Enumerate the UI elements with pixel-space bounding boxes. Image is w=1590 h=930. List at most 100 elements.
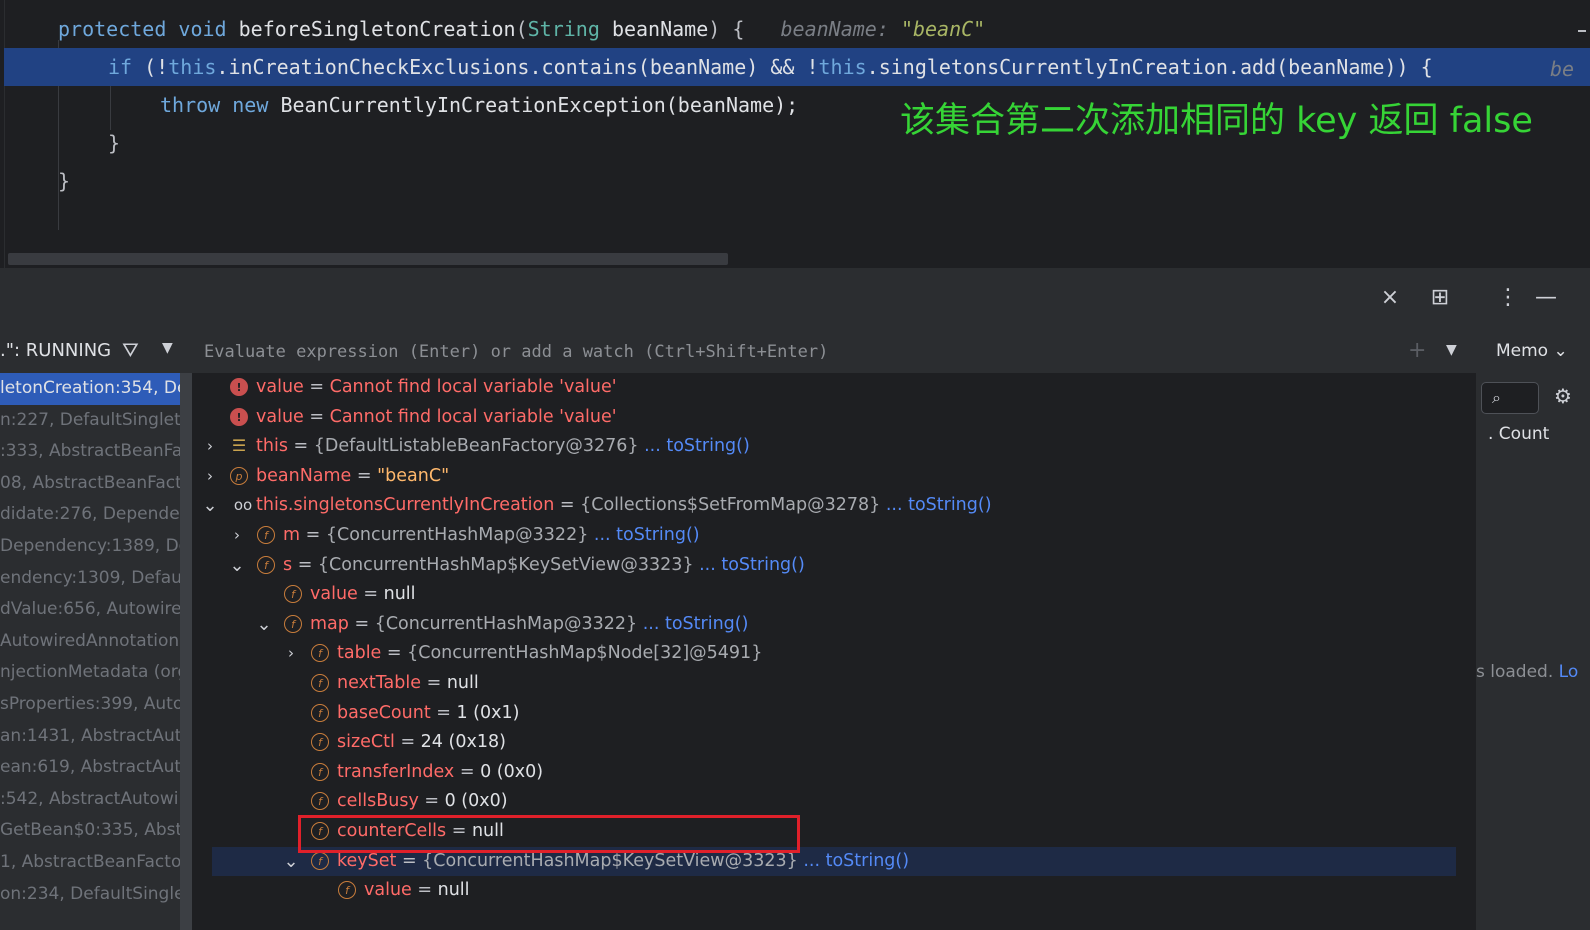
param-type: String <box>527 17 600 41</box>
stack-frame[interactable]: 1, AbstractBeanFactor <box>0 847 180 879</box>
code-editor[interactable]: protected void beforeSingletonCreation(S… <box>0 0 1590 268</box>
tab-memory[interactable]: Memo ⌄ <box>1496 341 1568 361</box>
tostring-link[interactable]: ... toString() <box>639 436 750 456</box>
variable-row[interactable]: f cellsBusy = 0 (0x0) <box>192 787 1456 817</box>
stack-frame[interactable]: :542, AbstractAutowire <box>0 784 180 816</box>
variable-row[interactable]: › f m = {ConcurrentHashMap@3322} ... toStr… <box>192 521 1456 551</box>
variable-value: {ConcurrentHashMap@3322} <box>325 525 589 545</box>
stack-frame[interactable]: endency:1309, Default <box>0 563 180 595</box>
chevron-down-icon[interactable]: ▼ <box>162 340 173 356</box>
thread-selector[interactable]: .": RUNNING <box>0 340 111 361</box>
variable-row[interactable]: f sizeCtl = 24 (0x18) <box>192 728 1456 758</box>
tostring-link[interactable]: ... toString() <box>694 555 805 575</box>
add-watch-icon[interactable]: + <box>1408 338 1426 363</box>
variable-row[interactable]: ⌄ f keySet = {ConcurrentHashMap$KeySetView… <box>212 846 1456 877</box>
field-icon: f <box>311 674 329 692</box>
variable-equals: = <box>418 791 445 812</box>
chevron-right-icon[interactable]: › <box>229 521 245 551</box>
chevron-down-icon[interactable]: ⌄ <box>202 491 218 521</box>
chevron-down-icon[interactable]: ▼ <box>1446 342 1457 358</box>
stack-frame[interactable]: njectionMetadata (org. <box>0 657 180 689</box>
frames-list: letonCreation:354, Def n:227, DefaultSing… <box>0 373 192 930</box>
count-column-header[interactable]: . Count <box>1488 424 1549 444</box>
variable-row[interactable]: › p beanName = "beanC" <box>192 462 1456 492</box>
chevron-right-icon[interactable]: › <box>202 462 218 492</box>
variable-row[interactable]: f counterCells = null <box>192 817 1456 847</box>
parameter-icon: p <box>230 466 248 485</box>
field-icon: f <box>257 526 275 544</box>
variable-row[interactable]: f baseCount = 1 (0x1) <box>192 699 1456 729</box>
variable-text: beanName = "beanC" <box>256 462 449 492</box>
search-icon[interactable]: ⌕ <box>1481 382 1539 414</box>
object-icon: ☰ <box>231 436 247 456</box>
chevron-right-icon[interactable]: › <box>202 432 218 462</box>
field-icon: f <box>311 822 329 840</box>
load-link[interactable]: Lo <box>1559 662 1579 682</box>
chevron-down-icon[interactable]: ⌄ <box>1554 341 1568 361</box>
tostring-link[interactable]: ... toString() <box>588 525 700 545</box>
stack-frame[interactable]: Dependency:1389, Defa <box>0 531 180 563</box>
gear-icon[interactable]: ⚙ <box>1554 384 1572 408</box>
watch-icon: oo <box>233 496 253 515</box>
stack-frame[interactable]: n:227, DefaultSingleto <box>0 405 180 437</box>
variable-row[interactable]: f nextTable = null <box>192 669 1456 699</box>
tostring-link[interactable]: ... toString() <box>880 495 992 515</box>
frames-scrollbar[interactable] <box>180 373 192 930</box>
code-line-3[interactable]: throw new BeanCurrentlyInCreationExcepti… <box>160 86 798 124</box>
variable-value: {ConcurrentHashMap$KeySetView@3323} <box>317 554 694 575</box>
code-line-1[interactable]: protected void beforeSingletonCreation(S… <box>58 10 985 48</box>
stack-frame[interactable]: didate:276, Dependen <box>0 499 180 531</box>
stack-frame[interactable]: dValue:656, Autowired <box>0 594 180 626</box>
args-add: (beanName)) { <box>1276 55 1433 79</box>
variable-row[interactable]: f transferIndex = 0 (0x0) <box>192 758 1456 788</box>
stack-frame[interactable]: 08, AbstractBeanFactor <box>0 468 180 500</box>
variable-name: value <box>310 584 358 605</box>
debug-panel: × ⊞ ⋮ — .": RUNNING ⛛ ▼ letonCreation:35… <box>0 268 1590 930</box>
tostring-link[interactable]: ... toString() <box>637 614 749 634</box>
variable-row[interactable]: ! value = Cannot find local variable 'val… <box>192 403 1456 433</box>
variable-row[interactable]: › ☰ this = {DefaultListableBeanFactory@327… <box>192 432 1456 462</box>
evaluate-expression-input[interactable] <box>202 336 1386 368</box>
variable-row[interactable]: ⌄ oo this.singletonsCurrentlyInCreation = … <box>192 491 1456 521</box>
variable-row[interactable]: › f table = {ConcurrentHashMap$Node[32]@54… <box>192 639 1456 669</box>
variable-text: sizeCtl = 24 (0x18) <box>337 728 506 758</box>
minimize-icon[interactable]: — <box>1532 284 1560 312</box>
keyword-protected: protected <box>58 17 167 41</box>
stack-frame[interactable]: on:234, DefaultSingleto <box>0 879 180 911</box>
chevron-down-icon[interactable]: ⌄ <box>283 847 299 877</box>
exception-args: (beanName); <box>665 93 799 117</box>
variable-value: {ConcurrentHashMap@3322} <box>374 613 638 634</box>
variable-row[interactable]: ⌄ f map = {ConcurrentHashMap@3322} ... toS… <box>192 610 1456 640</box>
tostring-link[interactable]: ... toString() <box>798 851 909 871</box>
variable-name: baseCount <box>337 702 431 723</box>
stack-frame[interactable]: :333, AbstractBeanFac <box>0 436 180 468</box>
variable-equals: = <box>292 554 318 575</box>
call-add: .add <box>1227 55 1277 79</box>
stack-frame[interactable]: an:1431, AbstractAuto <box>0 721 180 753</box>
variable-row[interactable]: ! value = Cannot find local variable 'val… <box>192 373 1456 403</box>
more-icon[interactable]: ⋮ <box>1494 284 1522 312</box>
stack-frame[interactable]: ean:619, AbstractAutow <box>0 752 180 784</box>
variable-name: counterCells <box>337 821 447 841</box>
stack-frame[interactable]: letonCreation:354, Def <box>0 373 180 405</box>
field-icon: f <box>311 644 329 663</box>
code-line-2-current[interactable]: if (!this.inCreationCheckExclusions.cont… <box>4 48 1590 86</box>
variable-row[interactable]: ⌄ f s = {ConcurrentHashMap$KeySetView@3323… <box>192 551 1456 581</box>
editor-hscroll-thumb[interactable] <box>8 253 728 265</box>
close-icon[interactable]: × <box>1376 284 1404 312</box>
stack-frame[interactable]: sProperties:399, Autow <box>0 689 180 721</box>
variable-row[interactable]: f value = null <box>192 876 1456 906</box>
method-open: ) { <box>708 17 745 41</box>
layout-icon[interactable]: ⊞ <box>1426 284 1454 312</box>
stack-frame[interactable]: GetBean$0:335, Abstra <box>0 815 180 847</box>
operator-and-not: && ! <box>758 55 819 79</box>
chevron-right-icon[interactable]: › <box>283 639 299 669</box>
filter-icon[interactable]: ⛛ <box>122 338 139 362</box>
chevron-down-icon[interactable]: ⌄ <box>229 551 245 581</box>
variable-row[interactable]: f value = null <box>192 580 1456 610</box>
field-icon: f <box>257 555 275 574</box>
code-line-5[interactable]: } <box>58 162 70 200</box>
code-line-4[interactable]: } <box>108 124 120 162</box>
stack-frame[interactable]: AutowiredAnnotationB <box>0 626 180 658</box>
chevron-down-icon[interactable]: ⌄ <box>256 610 272 640</box>
